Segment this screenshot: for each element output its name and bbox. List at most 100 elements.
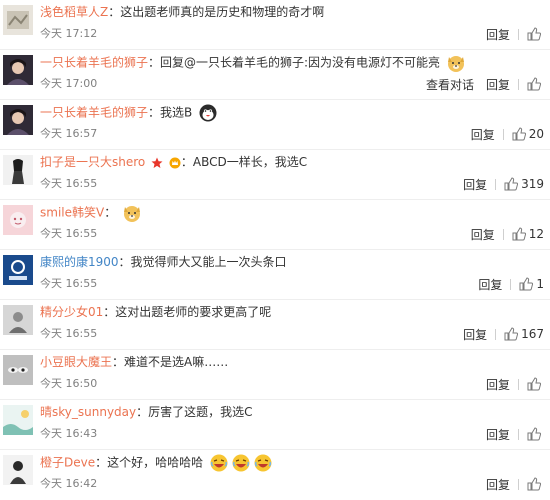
reply-button[interactable]: 回复 bbox=[486, 26, 510, 43]
avatar[interactable] bbox=[3, 205, 33, 235]
comment-text: ：这个好，哈哈哈哈 bbox=[95, 455, 204, 470]
username-link[interactable]: 浅色稻草人Z bbox=[40, 5, 108, 19]
thumbs-up-icon bbox=[527, 377, 541, 391]
timestamp: 今天 16:55 bbox=[40, 227, 98, 240]
divider bbox=[518, 78, 519, 90]
comment-text: ：回复@一只长着羊毛的狮子:因为没有电源灯不可能亮 bbox=[148, 55, 441, 70]
username-link[interactable]: 康熙的康1900 bbox=[40, 255, 119, 269]
divider bbox=[502, 128, 504, 140]
username-link[interactable]: smile韩笑V bbox=[40, 206, 104, 220]
timestamp: 今天 16:42 bbox=[40, 477, 98, 490]
like-button[interactable] bbox=[527, 377, 544, 391]
avatar[interactable] bbox=[3, 255, 33, 285]
avatar[interactable] bbox=[3, 55, 33, 85]
thumbs-up-icon bbox=[527, 477, 541, 491]
avatar[interactable] bbox=[3, 105, 33, 135]
comment-text: ：这出题老师真的是历史和物理的奇才啊 bbox=[108, 5, 325, 19]
like-button[interactable]: 12 bbox=[512, 227, 544, 241]
comment-item: 康熙的康1900：我觉得师大又能上一次头条口 今天 16:55 回复 1 bbox=[0, 250, 550, 300]
username-link[interactable]: 一只长着羊毛的狮子 bbox=[40, 106, 148, 120]
comment-text: ：ABCD一样长，我选C bbox=[180, 155, 308, 169]
reply-button[interactable]: 回复 bbox=[486, 376, 510, 393]
reply-button[interactable]: 回复 bbox=[463, 176, 487, 193]
view-conversation-button[interactable]: 查看对话 bbox=[426, 76, 474, 93]
thumbs-up-icon bbox=[512, 227, 526, 241]
comment-item: smile韩笑V： 今天 16:55 回复 12 bbox=[0, 200, 550, 250]
timestamp: 今天 16:55 bbox=[40, 277, 98, 290]
avatar[interactable] bbox=[3, 405, 33, 435]
comment-item: 精分少女01：这对出题老师的要求更高了呢 今天 16:55 回复 167 bbox=[0, 300, 550, 350]
laughing-emoji-icon bbox=[232, 454, 250, 472]
comment-text: ： bbox=[104, 205, 117, 220]
like-count: 1 bbox=[536, 277, 544, 291]
username-link[interactable]: 精分少女01 bbox=[40, 305, 103, 319]
like-count: 20 bbox=[528, 127, 544, 141]
timestamp: 今天 16:57 bbox=[40, 127, 98, 140]
comment-item: 浅色稻草人Z：这出题老师真的是历史和物理的奇才啊 今天 17:12 回复 bbox=[0, 0, 550, 50]
like-button[interactable]: 20 bbox=[512, 127, 544, 141]
divider bbox=[510, 278, 512, 290]
reply-button[interactable]: 回复 bbox=[486, 476, 510, 493]
comment-text: ：厉害了这题，我选C bbox=[136, 405, 253, 419]
thumbs-up-icon bbox=[504, 177, 519, 191]
timestamp: 今天 17:00 bbox=[40, 77, 98, 90]
divider bbox=[495, 328, 497, 340]
reply-button[interactable]: 回复 bbox=[478, 276, 502, 293]
comment-text: ：这对出题老师的要求更高了呢 bbox=[103, 305, 272, 319]
comment-item: 小豆眼大魔王：难道不是选A嘛…… 今天 16:50 回复 bbox=[0, 350, 550, 400]
username-link[interactable]: 一只长着羊毛的狮子 bbox=[40, 56, 148, 70]
comment-item: 扣子是一只大shero ：ABCD一样长，我选C 今天 16:55 回复 319 bbox=[0, 150, 550, 200]
comment-item: 一只长着羊毛的狮子：我选B 今天 16:57 回复 20 bbox=[0, 100, 550, 150]
like-count: 167 bbox=[521, 327, 544, 341]
comment-text: ：我觉得师大又能上一次头条口 bbox=[118, 255, 287, 269]
vip-crown-icon bbox=[169, 157, 181, 168]
like-button[interactable] bbox=[527, 27, 544, 41]
avatar[interactable] bbox=[3, 155, 33, 185]
like-count: 12 bbox=[528, 227, 544, 241]
divider bbox=[518, 478, 519, 490]
username-link[interactable]: 橙子Deve bbox=[40, 456, 95, 470]
username-link[interactable]: 小豆眼大魔王 bbox=[40, 355, 112, 369]
avatar[interactable] bbox=[3, 355, 33, 385]
like-button[interactable] bbox=[527, 77, 544, 91]
timestamp: 今天 16:43 bbox=[40, 427, 98, 440]
reply-button[interactable]: 回复 bbox=[471, 226, 495, 243]
thumbs-up-icon bbox=[527, 27, 541, 41]
thumbs-up-icon bbox=[512, 127, 526, 141]
reply-button[interactable]: 回复 bbox=[486, 76, 510, 93]
avatar[interactable] bbox=[3, 455, 33, 485]
username-link[interactable]: 扣子是一只大shero bbox=[40, 155, 145, 169]
timestamp: 今天 16:55 bbox=[40, 327, 98, 340]
avatar[interactable] bbox=[3, 305, 33, 335]
timestamp: 今天 16:55 bbox=[40, 177, 98, 190]
reply-button[interactable]: 回复 bbox=[463, 326, 487, 343]
thumbs-up-icon bbox=[504, 327, 519, 341]
comment-item: 晴sky_sunnyday：厉害了这题，我选C 今天 16:43 回复 bbox=[0, 400, 550, 450]
divider bbox=[518, 428, 519, 440]
penguin-emoji-icon bbox=[199, 104, 217, 122]
like-button[interactable]: 1 bbox=[519, 277, 544, 291]
comment-item: 一只长着羊毛的狮子：回复@一只长着羊毛的狮子:因为没有电源灯不可能亮 今天 17… bbox=[0, 50, 550, 100]
comment-item: 橙子Deve：这个好，哈哈哈哈 今天 16:42 回复 bbox=[0, 450, 550, 500]
like-count: 319 bbox=[521, 177, 544, 191]
reply-button[interactable]: 回复 bbox=[471, 126, 495, 143]
star-badge-icon bbox=[151, 157, 163, 168]
like-button[interactable]: 319 bbox=[504, 177, 544, 191]
divider bbox=[502, 228, 504, 240]
divider bbox=[518, 378, 519, 390]
comment-text: ：我选B bbox=[148, 105, 193, 120]
like-button[interactable]: 167 bbox=[504, 327, 544, 341]
like-button[interactable] bbox=[527, 477, 544, 491]
dog-emoji-icon bbox=[447, 56, 464, 72]
comment-feed: 浅色稻草人Z：这出题老师真的是历史和物理的奇才啊 今天 17:12 回复 一只长… bbox=[0, 0, 550, 499]
like-button[interactable] bbox=[527, 427, 544, 441]
username-link[interactable]: 晴sky_sunnyday bbox=[40, 405, 136, 419]
timestamp: 今天 16:50 bbox=[40, 377, 98, 390]
divider bbox=[495, 178, 497, 190]
timestamp: 今天 17:12 bbox=[40, 27, 98, 40]
dog-emoji-icon bbox=[124, 206, 141, 222]
thumbs-up-icon bbox=[527, 427, 541, 441]
avatar[interactable] bbox=[3, 5, 33, 35]
reply-button[interactable]: 回复 bbox=[486, 426, 510, 443]
comment-text: ：难道不是选A嘛…… bbox=[112, 355, 229, 369]
